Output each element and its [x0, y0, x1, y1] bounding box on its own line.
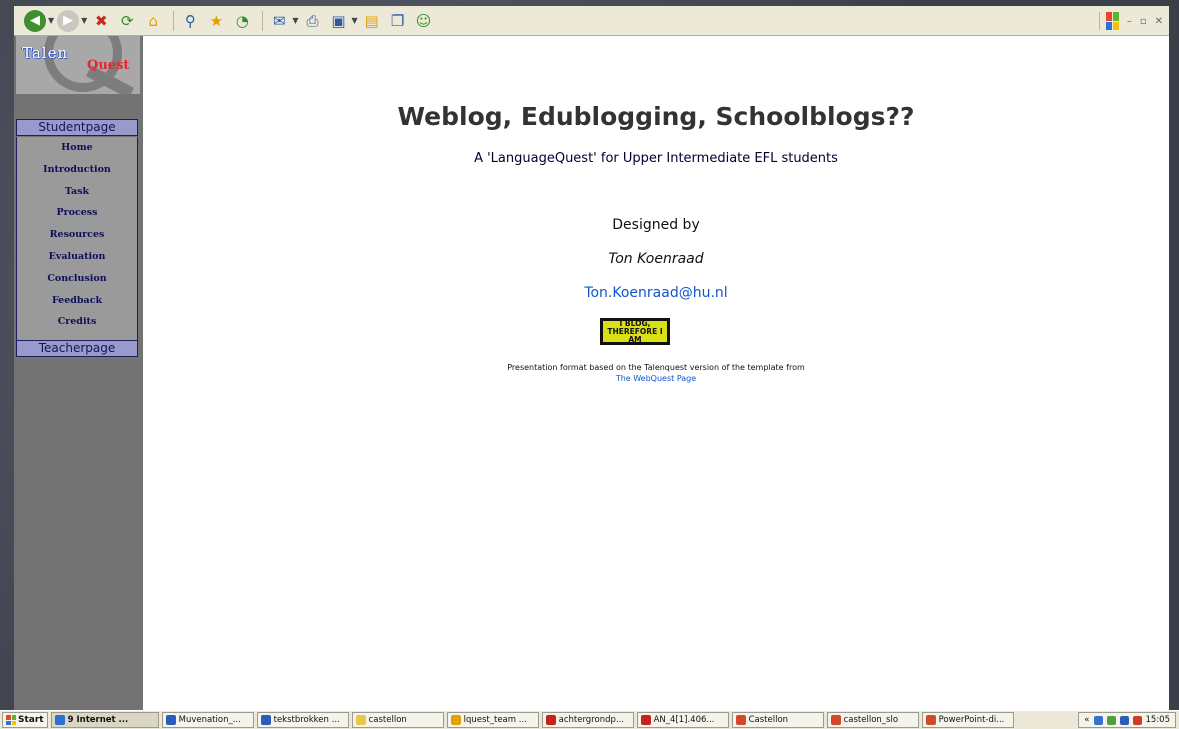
network-icon[interactable]	[1106, 715, 1116, 725]
start-button[interactable]: Start	[2, 712, 48, 728]
page-dropdown-icon[interactable]: ▼	[351, 16, 357, 25]
internet-explorer-icon	[54, 715, 65, 725]
powerpoint-icon	[830, 715, 841, 725]
talenquest-logo: Talen Quest	[16, 36, 140, 94]
security-icon[interactable]	[1119, 715, 1129, 725]
browser-page: Talen Quest Studentpage Home Introductio…	[14, 36, 1169, 710]
history-icon[interactable]: ◔	[231, 10, 253, 32]
restore-button[interactable]: ▫	[1140, 16, 1147, 27]
task-pdf[interactable]: AN_4[1].406...	[636, 712, 729, 728]
task-label: achtergrondp...	[558, 715, 624, 725]
sidebar: Talen Quest Studentpage Home Introductio…	[14, 36, 143, 710]
start-label: Start	[18, 715, 44, 725]
home-icon[interactable]: ⌂	[142, 10, 164, 32]
window-controls: – ▫ ✕	[1098, 8, 1163, 34]
powerpoint-icon	[735, 715, 746, 725]
refresh-icon[interactable]: ⟳	[116, 10, 138, 32]
task-label: castellon	[368, 715, 407, 725]
webquest-page-link[interactable]: The WebQuest Page	[143, 374, 1169, 383]
student-nav: Home Introduction Task Process Resources…	[16, 137, 138, 341]
toolbar-divider	[262, 10, 264, 31]
task-internet-explorer[interactable]: 9 Internet ...	[50, 712, 159, 728]
task-label: 9 Internet ...	[67, 715, 129, 725]
task-label: Castellon	[748, 715, 789, 725]
sidebar-item-conclusion[interactable]: Conclusion	[17, 268, 137, 290]
sidebar-item-evaluation[interactable]: Evaluation	[17, 246, 137, 268]
logo-q-letter: Quest	[87, 58, 130, 73]
windows-logo-icon	[1098, 12, 1119, 30]
research-icon[interactable]: ❐	[387, 10, 409, 32]
designed-by-label: Designed by	[612, 217, 700, 233]
volume-icon[interactable]	[1093, 715, 1103, 725]
badge-line-2: THEREFORE I AM	[607, 326, 663, 344]
task-label: castellon_slo	[843, 715, 899, 725]
windows-flag-icon	[6, 715, 16, 725]
sidebar-item-introduction[interactable]: Introduction	[17, 159, 137, 181]
task-label: tekstbrokken ...	[273, 715, 340, 725]
notes-icon[interactable]: ▤	[361, 10, 383, 32]
task-word-document[interactable]: Muvenation_...	[161, 712, 254, 728]
task-powerpoint[interactable]: PowerPoint-di...	[921, 712, 1014, 728]
close-button[interactable]: ✕	[1155, 16, 1163, 27]
logo-wordmark: Talen	[22, 44, 69, 62]
tray-expand-icon[interactable]: «	[1084, 715, 1089, 725]
messenger-icon[interactable]: ☺	[413, 10, 435, 32]
studentpage-heading[interactable]: Studentpage	[16, 119, 138, 136]
back-dropdown-icon[interactable]: ▼	[48, 16, 54, 25]
minimize-button[interactable]: –	[1127, 16, 1132, 27]
i-blog-badge[interactable]: I BLOG, THEREFORE I AM	[600, 318, 670, 345]
taskbar: Start 9 Internet ... Muvenation_... teks…	[0, 710, 1179, 729]
task-powerpoint[interactable]: Castellon	[731, 712, 824, 728]
stop-icon[interactable]: ✖	[90, 10, 112, 32]
sidebar-item-process[interactable]: Process	[17, 202, 137, 224]
sidebar-item-task[interactable]: Task	[17, 181, 137, 203]
word-document-icon	[260, 715, 271, 725]
sidebar-item-resources[interactable]: Resources	[17, 224, 137, 246]
task-label: Muvenation_...	[178, 715, 241, 725]
task-messenger[interactable]: lquest_team ...	[446, 712, 539, 728]
favorites-star-icon[interactable]: ★	[205, 10, 227, 32]
toolbar-divider	[173, 10, 175, 31]
footer-text: Presentation format based on the Talenqu…	[507, 363, 805, 372]
task-folder[interactable]: castellon	[351, 712, 444, 728]
teacherpage-heading[interactable]: Teacherpage	[16, 340, 138, 357]
author-name: Ton Koenraad	[608, 251, 704, 267]
folder-icon	[355, 715, 366, 725]
pdf-icon	[640, 715, 651, 725]
browser-toolbar: ◀ ▼ ▶ ▼ ✖ ⟳ ⌂ ⚲ ★ ◔ ✉ ▼ ⎙ ▣ ▼ ▤ ❐ ☺ – ▫ …	[14, 6, 1169, 36]
page-subtitle: A 'LanguageQuest' for Upper Intermediate…	[474, 151, 838, 166]
page-icon[interactable]: ▣	[327, 10, 349, 32]
pdf-icon	[545, 715, 556, 725]
team-icon	[450, 715, 461, 725]
system-tray: « 15:05	[1078, 712, 1176, 728]
task-label: PowerPoint-di...	[938, 715, 1005, 725]
main-content: Weblog, Edublogging, Schoolblogs?? A 'La…	[143, 36, 1169, 710]
sidebar-item-home[interactable]: Home	[17, 137, 137, 159]
mail-icon[interactable]: ✉	[268, 10, 290, 32]
back-arrow-icon[interactable]: ◀	[24, 9, 46, 32]
search-icon[interactable]: ⚲	[179, 10, 201, 32]
clock: 15:05	[1145, 715, 1171, 725]
task-label: lquest_team ...	[463, 715, 527, 725]
mail-dropdown-icon[interactable]: ▼	[292, 16, 298, 25]
antivirus-icon[interactable]	[1132, 715, 1142, 725]
page-title: Weblog, Edublogging, Schoolblogs??	[397, 102, 915, 131]
task-word-document[interactable]: tekstbrokken ...	[256, 712, 349, 728]
task-pdf[interactable]: achtergrondp...	[541, 712, 634, 728]
task-label: AN_4[1].406...	[653, 715, 715, 725]
sidebar-item-credits[interactable]: Credits	[17, 311, 137, 333]
task-powerpoint[interactable]: castellon_slo	[826, 712, 919, 728]
print-icon[interactable]: ⎙	[301, 10, 323, 32]
powerpoint-icon	[925, 715, 936, 725]
sidebar-item-feedback[interactable]: Feedback	[17, 290, 137, 312]
word-document-icon	[165, 715, 176, 725]
forward-arrow-icon[interactable]: ▶	[57, 9, 80, 32]
forward-dropdown-icon[interactable]: ▼	[81, 16, 87, 25]
author-email-link[interactable]: Ton.Koenraad@hu.nl	[143, 285, 1169, 301]
